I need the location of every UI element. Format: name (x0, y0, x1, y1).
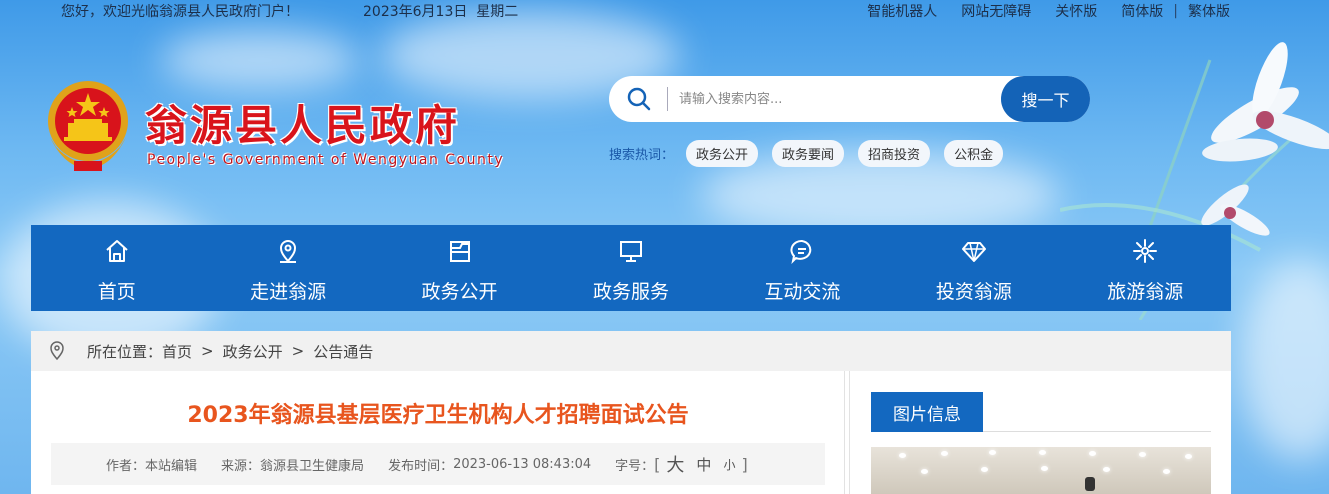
nav-label: 互动交流 (764, 281, 841, 303)
top-bar: 您好，欢迎光临翁源县人民政府门户！ 2023年6月13日 星期二 智能机器人 网… (0, 0, 1329, 22)
diamond-icon (961, 242, 986, 262)
font-small-button[interactable]: 小 (723, 456, 735, 473)
breadcrumb-label: 所在位置： (87, 342, 163, 361)
bracket-close: ] (741, 454, 748, 474)
font-size-control: 字号： [ 大 中 小 ] (615, 451, 748, 477)
picture-info-header: 图片信息 (871, 392, 1211, 432)
article-title: 2023年翁源县基层医疗卫生机构人才招聘面试公告 (187, 403, 689, 428)
search-button[interactable]: 搜一下 (1001, 76, 1090, 122)
font-medium-button[interactable]: 中 (696, 454, 711, 475)
bracket-open: [ (654, 454, 661, 474)
breadcrumb-separator: > (201, 342, 214, 360)
breadcrumb-notices[interactable]: 公告通告 (313, 341, 373, 362)
source-label: 来源： (221, 458, 261, 474)
author-value: 本站编辑 (145, 458, 198, 474)
time-value: 2023-06-13 08:43:04 (453, 456, 592, 472)
national-emblem-icon[interactable] (44, 77, 132, 173)
content-area: 2023年翁源县基层医疗卫生机构人才招聘面试公告 作者： 本站编辑 来源： 翁源… (31, 371, 1231, 494)
nav-tourism[interactable]: 旅游翁源 (1060, 225, 1231, 311)
nav-label: 政务公开 (421, 281, 498, 303)
breadcrumb: 所在位置： 首页 > 政务公开 > 公告通告 (31, 331, 1231, 371)
nav-label: 投资翁源 (935, 281, 1012, 303)
picture-info-image[interactable] (871, 447, 1211, 494)
nav-label: 首页 (97, 281, 136, 303)
author-label: 作者： (106, 458, 146, 474)
column-divider (844, 371, 845, 494)
font-large-button[interactable]: 大 (666, 451, 684, 477)
site-title-english: People's Government of Wengyuan County (147, 152, 505, 168)
location-pin-icon (50, 341, 64, 361)
hot-tag-gov-open[interactable]: 政务公开 (686, 139, 759, 167)
breadcrumb-home[interactable]: 首页 (162, 341, 192, 362)
nav-about[interactable]: 走进翁源 (202, 225, 373, 311)
time-label: 发布时间： (388, 458, 454, 474)
hot-search: 搜索热词： 政务公开 政务要闻 招商投资 公积金 (609, 139, 1017, 167)
breadcrumb-gov-open[interactable]: 政务公开 (223, 341, 283, 362)
hot-tag-investment[interactable]: 招商投资 (858, 139, 931, 167)
welcome-text: 您好，欢迎光临翁源县人民政府门户！ (61, 4, 299, 20)
source-value: 翁源县卫生健康局 (260, 458, 365, 474)
folder-icon (449, 241, 470, 262)
nav-label: 政务服务 (592, 281, 669, 303)
search-icon (627, 87, 651, 111)
location-icon (280, 240, 297, 263)
hot-search-label: 搜索热词： (609, 147, 675, 163)
date-text: 2023年6月13日 星期二 (363, 4, 519, 20)
link-care-version[interactable]: 关怀版 (1055, 1, 1097, 21)
nav-label: 旅游翁源 (1107, 281, 1184, 303)
top-links: 智能机器人 网站无障碍 关怀版 简体版 | 繁体版 (843, 1, 1230, 21)
column-divider (849, 371, 850, 494)
link-traditional[interactable]: 繁体版 (1188, 1, 1230, 21)
font-size-label: 字号： (615, 458, 655, 474)
nav-home[interactable]: 首页 (31, 225, 202, 311)
picture-info-tab[interactable]: 图片信息 (871, 392, 983, 432)
nav-investment[interactable]: 投资翁源 (888, 225, 1059, 311)
hot-tag-gov-news[interactable]: 政务要闻 (772, 139, 845, 167)
search-divider (667, 87, 668, 111)
monitor-icon (619, 241, 642, 262)
flower-icon (1133, 239, 1158, 263)
chat-icon (790, 240, 812, 264)
nav-gov-open[interactable]: 政务公开 (374, 225, 545, 311)
main-nav: 首页 走进翁源 政务公开 政务服务 互动交流 投资翁源 旅游翁源 (31, 225, 1231, 311)
link-separator: | (1173, 3, 1178, 19)
nav-gov-service[interactable]: 政务服务 (545, 225, 716, 311)
article-meta: 作者： 本站编辑 来源： 翁源县卫生健康局 发布时间： 2023-06-13 0… (51, 443, 825, 485)
search-box: 搜一下 (609, 76, 1090, 122)
hot-tag-housing-fund[interactable]: 公积金 (944, 139, 1004, 167)
search-input[interactable] (679, 86, 999, 112)
link-accessibility[interactable]: 网站无障碍 (961, 1, 1031, 21)
site-title[interactable]: 翁源县人民政府 (145, 92, 460, 153)
nav-label: 走进翁源 (250, 281, 327, 303)
link-robot[interactable]: 智能机器人 (867, 1, 937, 21)
camera-icon (1085, 477, 1095, 491)
breadcrumb-separator: > (291, 342, 305, 360)
link-simplified[interactable]: 简体版 (1121, 1, 1163, 21)
nav-interaction[interactable]: 互动交流 (717, 225, 888, 311)
home-icon (106, 240, 128, 262)
